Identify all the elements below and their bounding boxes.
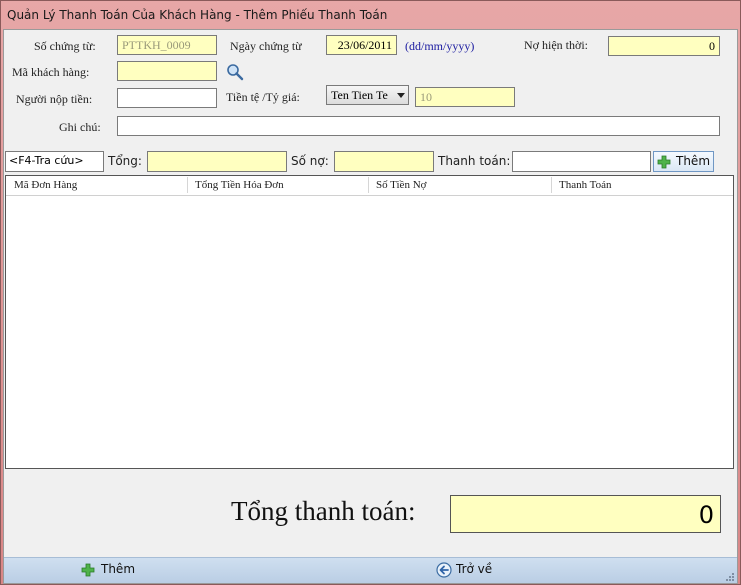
back-arrow-icon [436, 562, 452, 578]
ghi-chu-field[interactable] [117, 116, 720, 136]
thanh-toan-field[interactable] [512, 151, 651, 172]
so-no-label: Số nợ: [291, 154, 329, 168]
app-window: Quản Lý Thanh Toán Của Khách Hàng - Thêm… [0, 0, 741, 585]
form-client-area: Số chứng từ: PTTKH_0009 Ngày chứng từ 23… [3, 29, 738, 584]
lookup-field[interactable]: <F4-Tra cứu> [5, 151, 104, 172]
tong-label: Tổng: [108, 154, 142, 168]
search-icon[interactable] [225, 63, 245, 81]
bottom-toolbar: Thêm Trở về [4, 557, 737, 583]
ma-khach-hang-field[interactable] [117, 61, 217, 81]
tong-field[interactable] [147, 151, 287, 172]
tong-thanh-toan-field[interactable]: 0 [450, 495, 721, 533]
tien-te-label: Tiền tệ /Tỷ giá: [226, 90, 300, 104]
currency-select[interactable]: Ten Tien Te [326, 85, 409, 105]
title-bar[interactable]: Quản Lý Thanh Toán Của Khách Hàng - Thêm… [1, 1, 740, 29]
ngay-chung-tu-label: Ngày chứng từ [230, 39, 302, 53]
column-divider[interactable] [187, 177, 188, 193]
chevron-down-icon [397, 93, 405, 98]
date-format-hint: (dd/mm/yyyy) [405, 39, 475, 53]
resize-grip-icon[interactable] [725, 572, 735, 582]
ma-khach-hang-label: Mã khách hàng: [12, 65, 90, 79]
thanh-toan-label: Thanh toán: [438, 154, 511, 168]
grid-header: Mã Đơn Hàng Tổng Tiền Hóa Đơn Số Tiền Nợ… [6, 176, 733, 196]
so-chung-tu-field[interactable]: PTTKH_0009 [117, 35, 217, 55]
column-header-ma-don-hang[interactable]: Mã Đơn Hàng [14, 179, 77, 191]
add-row-label: Thêm [676, 154, 711, 168]
column-header-thanh-toan[interactable]: Thanh Toán [559, 179, 612, 191]
column-divider[interactable] [368, 177, 369, 193]
so-no-field[interactable] [334, 151, 434, 172]
window-title: Quản Lý Thanh Toán Của Khách Hàng - Thêm… [7, 8, 388, 22]
payment-grid[interactable]: Mã Đơn Hàng Tổng Tiền Hóa Đơn Số Tiền Nợ… [5, 175, 734, 469]
add-button-label: Thêm [101, 562, 136, 576]
back-button-label: Trở về [456, 562, 493, 576]
green-plus-icon [657, 155, 671, 169]
ghi-chu-label: Ghi chú: [59, 120, 101, 134]
column-header-so-tien-no[interactable]: Số Tiền Nợ [376, 179, 426, 191]
tong-thanh-toan-label: Tổng thanh toán: [231, 496, 416, 526]
add-row-button[interactable]: Thêm [653, 151, 714, 172]
ty-gia-field[interactable]: 10 [415, 87, 515, 107]
column-divider[interactable] [551, 177, 552, 193]
no-hien-thoi-field[interactable]: 0 [608, 36, 720, 56]
column-header-tong-tien[interactable]: Tổng Tiền Hóa Đơn [195, 179, 284, 191]
no-hien-thoi-label: Nợ hiện thời: [524, 38, 589, 52]
green-plus-icon [81, 563, 95, 577]
nguoi-nop-tien-label: Người nộp tiền: [16, 92, 93, 106]
back-button[interactable]: Trở về [436, 562, 493, 578]
ngay-chung-tu-field[interactable]: 23/06/2011 [326, 35, 397, 55]
so-chung-tu-label: Số chứng từ: [34, 39, 96, 53]
nguoi-nop-tien-field[interactable] [117, 88, 217, 108]
add-button[interactable]: Thêm [81, 562, 136, 577]
currency-selected: Ten Tien Te [331, 88, 388, 102]
